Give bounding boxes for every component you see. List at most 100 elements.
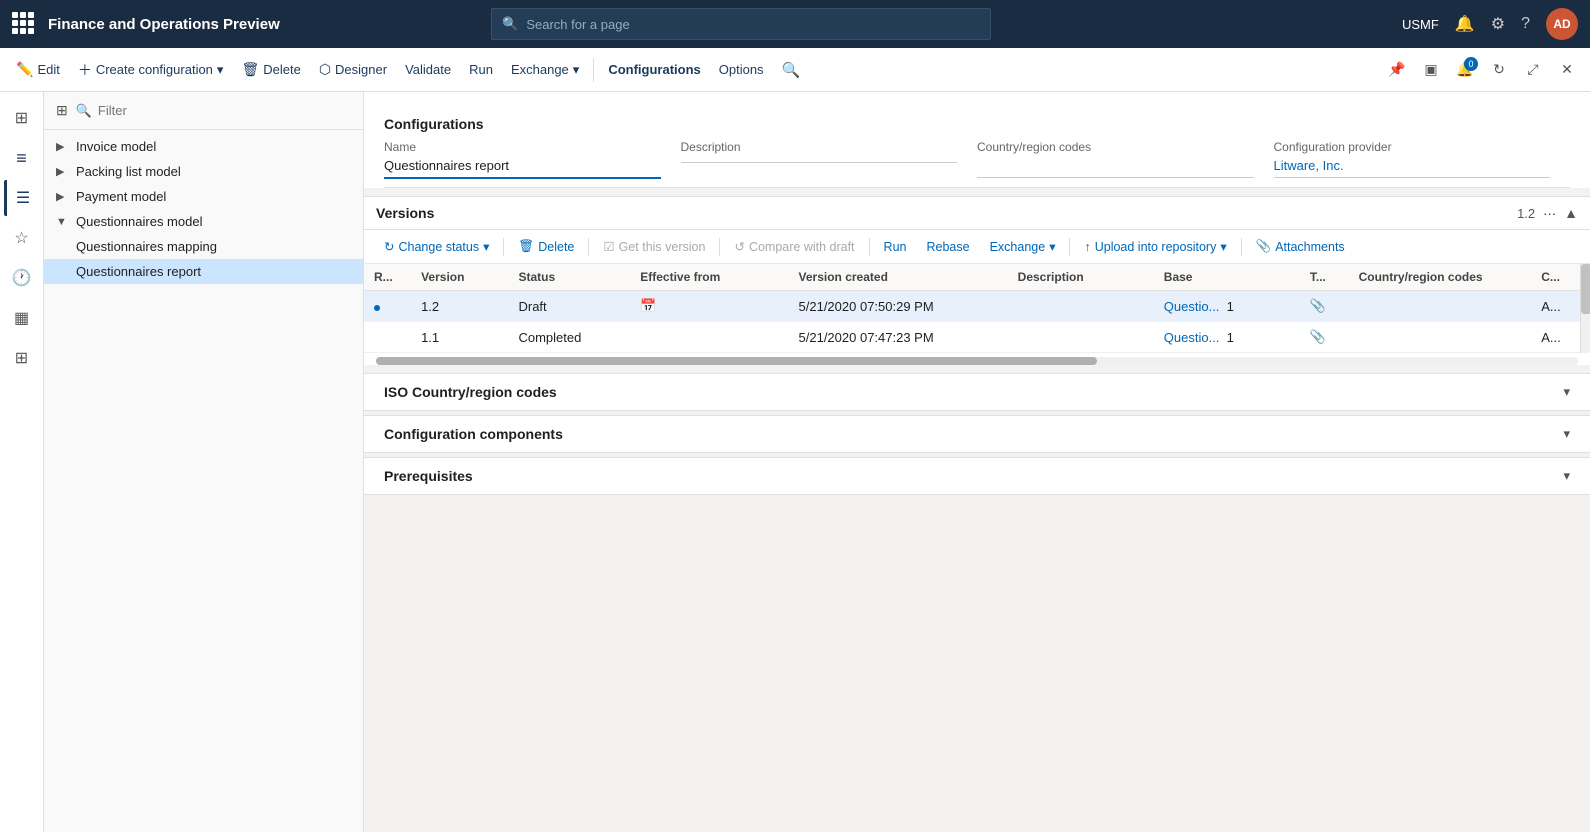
- col-effective-from[interactable]: Effective from: [630, 264, 788, 291]
- create-configuration-button[interactable]: ＋ Create configuration ▾: [70, 56, 232, 84]
- upload-repository-button[interactable]: ↑ Upload into repository ▾: [1076, 236, 1234, 257]
- exchange-button[interactable]: Exchange ▾: [503, 58, 587, 82]
- sidebar-clock-icon[interactable]: 🕐: [4, 260, 40, 296]
- config-description-value: [681, 158, 958, 163]
- open-new-button[interactable]: ⤢: [1518, 55, 1548, 85]
- versions-exchange-button[interactable]: Exchange ▾: [982, 236, 1064, 257]
- delete-button[interactable]: 🗑 Delete: [233, 57, 308, 82]
- col-description[interactable]: Description: [1008, 264, 1154, 291]
- ver-sep: [869, 238, 870, 256]
- config-components-title: Configuration components: [384, 426, 1563, 442]
- calendar-icon[interactable]: 📅: [640, 298, 656, 313]
- username-label: USMF: [1402, 17, 1439, 32]
- change-status-icon: ↻: [384, 239, 394, 254]
- iso-section: ISO Country/region codes ▾: [364, 373, 1590, 411]
- search-bar[interactable]: 🔍: [491, 8, 991, 40]
- config-provider-value[interactable]: Litware, Inc.: [1274, 158, 1551, 178]
- compare-with-draft-button[interactable]: ↺ Compare with draft: [726, 236, 862, 257]
- iso-collapse-icon: ▾: [1563, 384, 1570, 400]
- iso-section-header[interactable]: ISO Country/region codes ▾: [364, 374, 1590, 410]
- change-status-button[interactable]: ↻ Change status ▾: [376, 236, 497, 257]
- table-row[interactable]: 1.1 Completed 5/21/2020 07:47:23 PM Ques…: [364, 322, 1580, 353]
- sidebar-list-icon[interactable]: ☰: [4, 180, 40, 216]
- tree-item-payment-model[interactable]: ▶ Payment model: [44, 184, 363, 209]
- tree-filter-input[interactable]: [98, 103, 353, 118]
- config-components-section: Configuration components ▾: [364, 415, 1590, 453]
- waffle-menu[interactable]: [12, 12, 36, 36]
- col-country-region[interactable]: Country/region codes: [1349, 264, 1532, 291]
- prerequisites-title: Prerequisites: [384, 468, 1563, 484]
- versions-table-wrapper: R... Version Status Effective from Versi…: [364, 264, 1590, 353]
- run-button[interactable]: Run: [461, 58, 501, 81]
- compare-icon: ↺: [734, 239, 744, 254]
- attachments-button[interactable]: 📎 Attachments: [1248, 236, 1353, 257]
- arrow-icon: ▶: [56, 190, 70, 203]
- edit-button[interactable]: ✏️ Edit: [8, 57, 68, 82]
- avatar[interactable]: AD: [1546, 8, 1578, 40]
- options-button[interactable]: Options: [711, 58, 772, 81]
- base-link[interactable]: Questio...: [1164, 299, 1220, 314]
- horizontal-scrollbar[interactable]: [376, 357, 1578, 365]
- tree-filter-icon[interactable]: ⊞: [54, 100, 70, 121]
- col-c[interactable]: C...: [1531, 264, 1580, 291]
- prerequisites-header[interactable]: Prerequisites ▾: [364, 458, 1590, 494]
- tree-item-packing-list-model[interactable]: ▶ Packing list model: [44, 159, 363, 184]
- versions-scrollbar[interactable]: [1580, 264, 1590, 353]
- prerequisites-collapse-icon: ▾: [1563, 468, 1570, 484]
- row-created-cell: 5/21/2020 07:47:23 PM: [789, 322, 1008, 353]
- sidebar-grid-icon[interactable]: ⊞: [4, 340, 40, 376]
- plus-icon: ＋: [78, 60, 92, 80]
- sidebar-calendar-icon[interactable]: ▦: [4, 300, 40, 336]
- attach-icon: 📎: [1310, 329, 1326, 344]
- config-name-label: Name: [384, 140, 661, 154]
- arrow-icon: ▶: [56, 140, 70, 153]
- config-country-value: [977, 158, 1254, 178]
- table-row[interactable]: 1.2 Draft 📅 5/21/2020 07:50:29 PM Questi…: [364, 291, 1580, 322]
- tree-item-invoice-model[interactable]: ▶ Invoice model: [44, 134, 363, 159]
- col-status[interactable]: Status: [508, 264, 630, 291]
- row-status-cell: Completed: [508, 322, 630, 353]
- compare-button[interactable]: ▣: [1416, 55, 1446, 85]
- close-button[interactable]: ✕: [1552, 55, 1582, 85]
- row-status-cell: Draft: [508, 291, 630, 322]
- versions-more-icon[interactable]: ···: [1543, 206, 1556, 221]
- delete-icon: 🗑: [241, 61, 259, 78]
- row-version-cell: 1.2: [411, 291, 508, 322]
- notification-count-button[interactable]: 🔔0: [1450, 55, 1480, 85]
- delete-icon: 🗑: [518, 239, 534, 254]
- settings-icon[interactable]: ⚙: [1491, 14, 1505, 34]
- sidebar-home-icon[interactable]: ⊞: [4, 100, 40, 136]
- tree-child-questionnaires-report[interactable]: Questionnaires report: [44, 259, 363, 284]
- help-icon[interactable]: ?: [1521, 15, 1530, 33]
- base-link[interactable]: Questio...: [1164, 330, 1220, 345]
- refresh-button[interactable]: ↻: [1484, 55, 1514, 85]
- toolbar: ✏️ Edit ＋ Create configuration ▾ 🗑 Delet…: [0, 48, 1590, 92]
- config-components-header[interactable]: Configuration components ▾: [364, 416, 1590, 452]
- tree-child-questionnaires-mapping[interactable]: Questionnaires mapping: [44, 234, 363, 259]
- notification-icon[interactable]: 🔔: [1455, 14, 1475, 34]
- col-indicator: R...: [364, 264, 411, 291]
- pin-button[interactable]: 📌: [1382, 55, 1412, 85]
- versions-run-button[interactable]: Run: [876, 237, 915, 257]
- versions-collapse-icon[interactable]: ▲: [1564, 205, 1578, 221]
- designer-button[interactable]: ⬡ Designer: [311, 57, 395, 82]
- ver-sep: [503, 238, 504, 256]
- versions-scroll-area[interactable]: R... Version Status Effective from Versi…: [364, 264, 1580, 353]
- toolbar-search-icon[interactable]: 🔍: [782, 61, 801, 79]
- col-version[interactable]: Version: [411, 264, 508, 291]
- configurations-button[interactable]: Configurations: [600, 58, 708, 81]
- validate-button[interactable]: Validate: [397, 58, 459, 81]
- sidebar-star-icon[interactable]: ☆: [4, 220, 40, 256]
- versions-title: Versions: [376, 205, 1517, 221]
- tree-item-questionnaires-model[interactable]: ▼ Questionnaires model: [44, 209, 363, 234]
- upload-icon: ↑: [1084, 240, 1090, 254]
- row-description-cell: [1008, 291, 1154, 322]
- sidebar-filter-icon[interactable]: ≡: [4, 140, 40, 176]
- get-this-version-button[interactable]: ☑ Get this version: [595, 236, 713, 257]
- col-base[interactable]: Base: [1154, 264, 1300, 291]
- search-input[interactable]: [526, 17, 980, 32]
- versions-delete-button[interactable]: 🗑 Delete: [510, 236, 582, 257]
- col-t[interactable]: T...: [1300, 264, 1349, 291]
- col-version-created[interactable]: Version created: [789, 264, 1008, 291]
- rebase-button[interactable]: Rebase: [918, 237, 977, 257]
